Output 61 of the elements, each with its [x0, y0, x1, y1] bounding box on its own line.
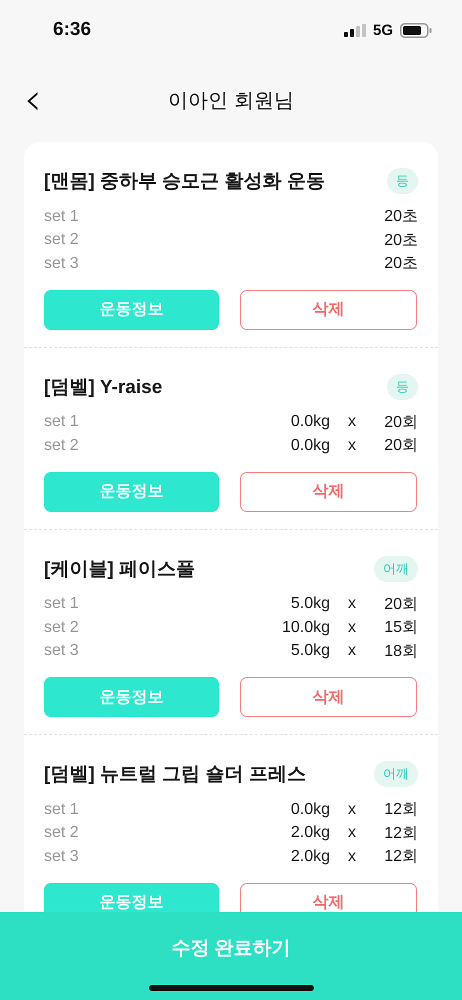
- set-weight: 0.0kg: [290, 436, 330, 455]
- category-tag: 등: [387, 374, 418, 400]
- delete-button[interactable]: 삭제: [240, 882, 417, 912]
- complete-edit-button[interactable]: 수정 완료하기: [0, 912, 462, 1000]
- times-sign: x: [347, 595, 357, 614]
- set-label: set 1: [44, 413, 80, 432]
- exercise-title: [덤벨] 뉴트럴 그립 숄더 프레스: [44, 763, 306, 787]
- set-weight: 5.0kg: [290, 595, 330, 614]
- exercise-info-button[interactable]: 운동정보: [44, 472, 219, 512]
- times-sign: x: [347, 848, 357, 866]
- set-label: set 2: [44, 618, 80, 637]
- set-weight: 2.0kg: [290, 848, 330, 866]
- set-reps: 12회: [383, 800, 418, 820]
- delete-button[interactable]: 삭제: [240, 290, 417, 330]
- set-reps: 12회: [383, 847, 418, 868]
- status-time: 6:36: [53, 19, 92, 41]
- delete-button[interactable]: 삭제: [240, 472, 417, 512]
- set-weight: 0.0kg: [290, 800, 330, 819]
- exercise-info-button[interactable]: 운동정보: [44, 677, 219, 717]
- category-tag: 어깨: [374, 761, 418, 787]
- times-sign: x: [347, 413, 357, 432]
- set-weight: 10.0kg: [280, 618, 330, 637]
- set-weight: 0.0kg: [290, 413, 330, 432]
- set-reps: 18회: [383, 642, 418, 662]
- set-reps: 20회: [383, 436, 418, 456]
- delete-button[interactable]: 삭제: [240, 677, 417, 717]
- set-label: set 1: [44, 208, 80, 226]
- signal-icon: [344, 24, 366, 36]
- battery-icon: [400, 22, 432, 38]
- set-reps: 15회: [383, 618, 418, 638]
- set-reps: 20회: [383, 412, 418, 433]
- set-label: set 2: [44, 436, 80, 455]
- times-sign: x: [347, 800, 357, 819]
- set-reps: 12회: [383, 824, 418, 844]
- back-button[interactable]: ‹: [20, 82, 46, 118]
- network-label: 5G: [372, 22, 393, 38]
- exercise-info-button[interactable]: 운동정보: [44, 882, 219, 912]
- times-sign: x: [347, 436, 357, 455]
- category-tag: 등: [387, 168, 418, 194]
- set-weight: 2.0kg: [290, 824, 330, 842]
- times-sign: x: [347, 824, 357, 842]
- exercise-title: [케이블] 페이스풀: [44, 558, 195, 582]
- set-reps: 20회: [383, 594, 418, 615]
- times-sign: x: [347, 618, 357, 637]
- set-label: set 2: [44, 824, 80, 842]
- set-label: set 3: [44, 642, 80, 660]
- set-duration: 20초: [384, 207, 418, 228]
- set-label: set 1: [44, 595, 80, 614]
- set-label: set 3: [44, 848, 80, 866]
- set-duration: 20초: [384, 254, 418, 274]
- exercise-title: [맨몸] 중하부 승모근 활성화 운동: [44, 170, 325, 194]
- category-tag: 어깨: [374, 556, 418, 582]
- page-title: 이아인 회원님: [168, 88, 294, 114]
- exercise-info-button[interactable]: 운동정보: [44, 290, 219, 330]
- set-label: set 3: [44, 254, 80, 273]
- set-label: set 2: [44, 231, 80, 250]
- times-sign: x: [347, 642, 357, 660]
- exercise-title: [덤벨] Y-raise: [44, 376, 162, 400]
- set-duration: 20초: [384, 230, 418, 251]
- set-label: set 1: [44, 800, 80, 819]
- set-weight: 5.0kg: [290, 642, 330, 660]
